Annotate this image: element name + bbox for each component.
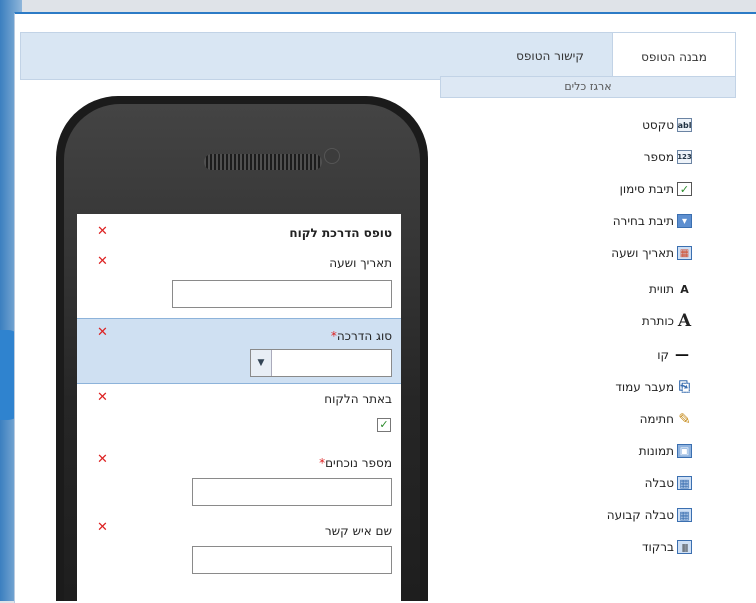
datetime-input[interactable] (172, 280, 392, 308)
checkbox-icon: ✓ (677, 182, 692, 196)
tool-datetime[interactable]: ▦ תאריך ושעה (611, 246, 692, 260)
field-training-type[interactable]: סוג הדרכה* ✕ ▼ (77, 318, 401, 384)
tool-datetime-label: תאריך ושעה (611, 246, 674, 260)
phone-screen-form: טופס הדרכת לקוח ✕ תאריך ושעה ✕ סוג הדרכה… (77, 214, 401, 601)
contact-name-input[interactable] (192, 546, 392, 574)
at-client-site-checkbox[interactable]: ✓ (377, 418, 391, 432)
field-at-client-site-label: באתר הלקוח (324, 392, 392, 406)
table-icon: ▦ (677, 476, 692, 490)
toolbox-title: ארגז כלים (440, 76, 736, 98)
heading-icon: A (677, 311, 692, 331)
field-training-type-text: סוג הדרכה (336, 329, 392, 343)
field-training-type-label: סוג הדרכה* (331, 329, 392, 343)
tool-number-label: מספר (643, 150, 674, 164)
tool-line[interactable]: — קו (657, 347, 692, 363)
chevron-down-icon[interactable]: ▼ (251, 350, 272, 376)
designer-tabs: מבנה הטופס קישור הטופס (20, 32, 736, 81)
delete-title-icon[interactable]: ✕ (97, 224, 108, 239)
barcode-icon: ||| (677, 540, 692, 554)
tab-form-link-label: קישור הטופס (516, 49, 584, 63)
app-window: מבנה הטופס קישור הטופס ארגז כלים abl טקס… (0, 0, 756, 603)
tool-barcode-label: ברקוד (641, 540, 674, 554)
training-type-select[interactable]: ▼ (250, 349, 392, 377)
phone-camera (324, 148, 340, 164)
number-field-icon: 123 (677, 150, 692, 164)
tool-text-label: טקסט (642, 118, 674, 132)
tool-heading-label: כותרת (641, 314, 674, 328)
field-at-client-site[interactable]: באתר הלקוח ✕ ✓ (77, 386, 401, 442)
delete-field-contact-name-icon[interactable]: ✕ (97, 520, 108, 535)
signature-icon: ✎ (678, 410, 691, 428)
delete-field-training-type-icon[interactable]: ✕ (97, 325, 108, 340)
tool-checkbox-label: תיבת סימון (619, 182, 674, 196)
tool-line-label: קו (657, 348, 669, 362)
field-datetime[interactable]: תאריך ושעה ✕ (77, 250, 401, 316)
field-attendees[interactable]: מספר נוכחים* ✕ (77, 448, 401, 514)
delete-field-attendees-icon[interactable]: ✕ (97, 452, 108, 467)
field-attendees-text: מספר נוכחים (325, 456, 392, 470)
tab-form-structure[interactable]: מבנה הטופס (612, 32, 736, 81)
tool-label-label: תווית (649, 282, 674, 296)
tool-page-break[interactable]: ⎘ מעבר עמוד (615, 379, 692, 395)
tool-fixed-table[interactable]: ▦ טבלה קבועה (607, 508, 692, 522)
field-attendees-label: מספר נוכחים* (319, 456, 392, 470)
attendees-input[interactable] (192, 478, 392, 506)
tool-label[interactable]: A תווית (649, 282, 692, 296)
tool-images-label: תמונות (638, 444, 674, 458)
label-icon: A (680, 282, 689, 296)
dropdown-icon: ▾ (677, 214, 692, 228)
line-icon: — (675, 347, 689, 363)
field-datetime-label: תאריך ושעה (329, 256, 392, 270)
page-break-icon: ⎘ (678, 379, 691, 395)
fixed-table-icon: ▦ (677, 508, 692, 522)
form-title-row: טופס הדרכת לקוח ✕ (77, 214, 401, 246)
tool-dropdown[interactable]: ▾ תיבת בחירה (613, 214, 692, 228)
tool-images[interactable]: ▣ תמונות (639, 444, 692, 458)
tool-page-break-label: מעבר עמוד (615, 380, 674, 394)
image-icon: ▣ (677, 444, 692, 458)
text-field-icon: abl (677, 118, 692, 132)
tool-number[interactable]: 123 מספר (644, 150, 692, 164)
tool-barcode[interactable]: ||| ברקוד (642, 540, 692, 554)
tool-heading[interactable]: A כותרת (641, 311, 692, 331)
delete-field-datetime-icon[interactable]: ✕ (97, 254, 108, 269)
tool-table[interactable]: ▦ טבלה (645, 476, 692, 490)
delete-field-at-client-site-icon[interactable]: ✕ (97, 390, 108, 405)
tool-signature-label: חתימה (639, 412, 674, 426)
toolbox-panel: ארגז כלים abl טקסט 123 מספר ✓ תיבת סימון… (440, 76, 736, 586)
form-title: טופס הדרכת לקוח (289, 226, 392, 240)
tool-checkbox[interactable]: ✓ תיבת סימון (620, 182, 692, 196)
tab-form-structure-label: מבנה הטופס (641, 50, 707, 64)
calendar-icon: ▦ (677, 246, 692, 260)
tab-form-link[interactable]: קישור הטופס (495, 33, 605, 79)
tool-fixed-table-label: טבלה קבועה (606, 508, 674, 522)
tool-signature[interactable]: ✎ חתימה (639, 410, 692, 428)
phone-speaker (204, 154, 322, 170)
tool-table-label: טבלה (644, 476, 674, 490)
field-contact-name-label: שם איש קשר (324, 524, 392, 538)
tool-text[interactable]: abl טקסט (642, 118, 692, 132)
field-contact-name[interactable]: שם איש קשר ✕ (77, 516, 401, 590)
tool-dropdown-label: תיבת בחירה (612, 214, 674, 228)
